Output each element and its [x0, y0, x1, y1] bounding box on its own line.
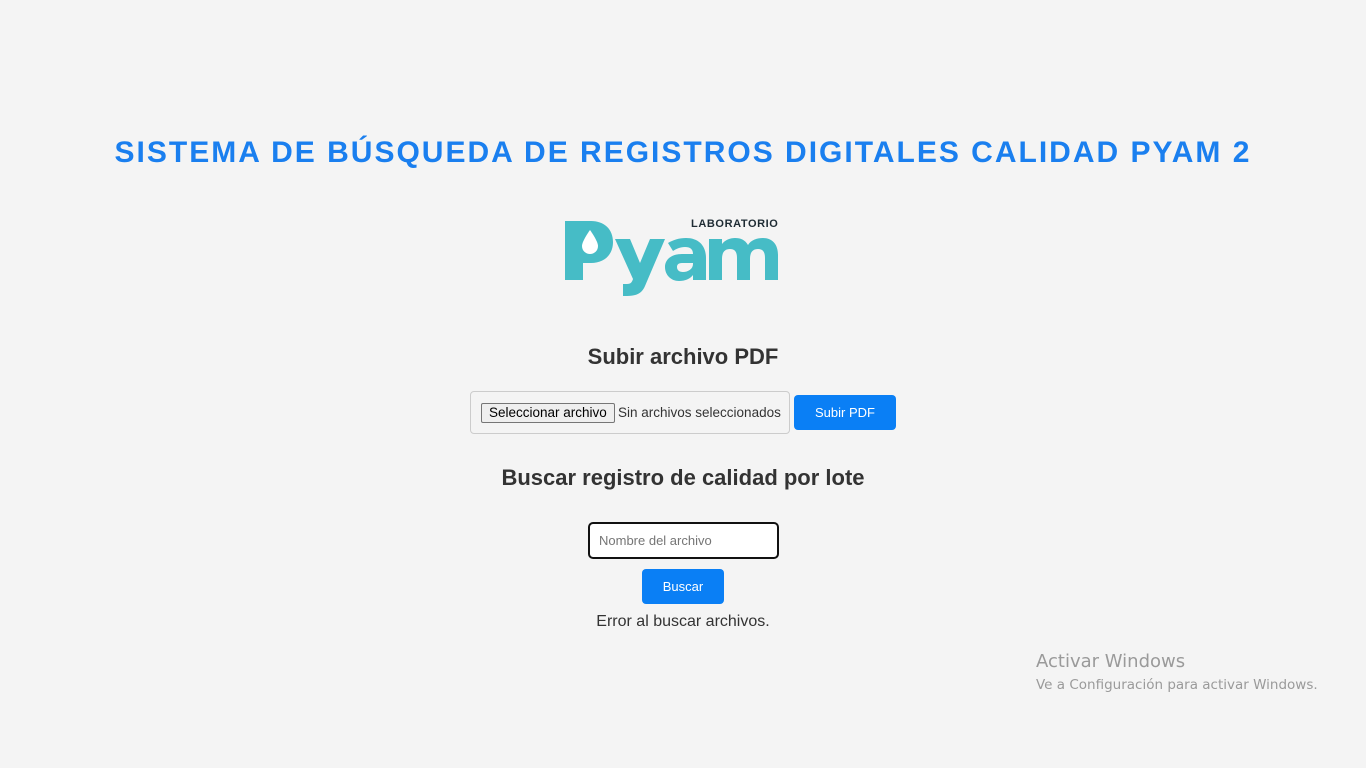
upload-section-title: Subir archivo PDF [587, 344, 779, 369]
windows-activation-subtitle: Ve a Configuración para activar Windows. [1036, 677, 1318, 693]
pyam-logo: LABORATORIO [561, 214, 783, 296]
page-title: SISTEMA DE BÚSQUEDA DE REGISTROS DIGITAL… [114, 136, 1252, 169]
choose-file-button[interactable]: Seleccionar archivo [481, 403, 615, 423]
search-input[interactable] [588, 522, 779, 559]
logo-label: LABORATORIO [691, 218, 779, 230]
search-section-title: Buscar registro de calidad por lote [501, 465, 865, 490]
file-status-text: Sin archivos seleccionados [618, 405, 781, 420]
upload-pdf-button[interactable]: Subir PDF [794, 395, 896, 430]
file-input[interactable]: Seleccionar archivo Sin archivos selecci… [470, 391, 790, 434]
search-button[interactable]: Buscar [642, 569, 724, 604]
page: SISTEMA DE BÚSQUEDA DE REGISTROS DIGITAL… [0, 0, 1366, 768]
search-result-message: Error al buscar archivos. [596, 613, 770, 630]
windows-activation-title: Activar Windows [1036, 651, 1186, 672]
